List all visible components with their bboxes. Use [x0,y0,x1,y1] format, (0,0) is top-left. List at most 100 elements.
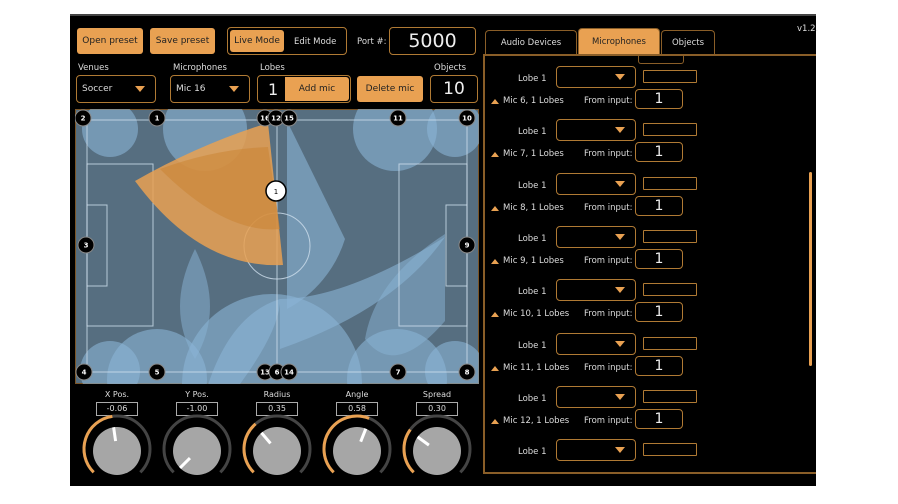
save-preset-button[interactable]: Save preset [150,28,215,54]
venue-value: Soccer [82,84,113,94]
chevron-down-icon [615,287,625,294]
scrollbar-thumb[interactable] [809,172,812,366]
version-label: v1.2. [797,24,819,34]
from-input-label: From input: [584,202,633,213]
mic-title: Mic 8, 1 Lobes [503,202,564,213]
lobe-label: Lobe 1 [518,393,547,404]
collapse-icon[interactable] [491,152,499,158]
lobe-dropdown[interactable] [556,332,636,355]
lobe-dropdown[interactable] [556,385,636,408]
venues-dropdown[interactable]: Soccer [76,75,156,103]
knob-label: Y Pos. [185,390,209,399]
lobe-level-field[interactable] [643,229,697,243]
from-input-field[interactable]: 1 [635,195,683,216]
knob-label: Spread [422,390,452,399]
from-input-field[interactable]: 1 [635,142,683,163]
lobe-level-field[interactable] [643,389,697,403]
mic-title: Mic 9, 1 Lobes [503,255,564,266]
collapse-icon[interactable] [491,258,499,264]
chevron-down-icon [615,74,625,80]
mic-marker-label: 6 [275,369,280,377]
knob[interactable] [241,413,313,485]
mic-marker-label: 11 [393,115,403,123]
lobe-level-field[interactable] [643,283,697,297]
lobe-label: Lobe 1 [518,74,547,84]
knob-label: X Pos. [104,390,130,399]
mic-marker-label: 12 [271,115,281,123]
collapse-icon[interactable] [491,418,499,424]
microphones-dropdown[interactable]: Mic 16 [170,75,250,103]
knob[interactable] [401,413,473,485]
lobes-label: Lobes [260,63,285,73]
mic-marker-label: 15 [284,115,294,123]
collapse-icon[interactable] [491,99,499,104]
from-input-field[interactable]: 1 [635,89,683,109]
lobe-label: Lobe 1 [518,127,547,138]
collapse-icon[interactable] [491,312,499,318]
from-input-field[interactable]: 1 [635,302,683,323]
lobe-label: Lobe 1 [518,447,547,458]
from-input-field[interactable]: 1 [635,355,683,376]
chevron-down-icon [615,127,625,134]
lobe-level-field[interactable] [643,123,697,137]
live-mode-button[interactable]: Live Mode [230,30,284,52]
collapse-icon[interactable] [491,365,499,371]
port-label: Port #: [357,37,387,47]
open-preset-button[interactable]: Open preset [77,28,143,54]
mic-marker-label: 4 [82,369,87,377]
lobe-label: Lobe 1 [518,180,547,191]
from-input-label: From input: [584,415,633,426]
lobe-level-field[interactable] [643,443,697,457]
lobe-dropdown[interactable] [556,225,636,248]
port-input[interactable]: 5000 [389,27,476,55]
from-input-field[interactable]: 1 [635,408,683,429]
delete-mic-button[interactable]: Delete mic [357,76,423,102]
venues-label: Venues [78,63,109,73]
from-input-field[interactable]: 1 [635,248,683,269]
venue-field[interactable]: 2 1 16 12 15 11 103 94 5 13 6 14 7 8 1 [75,109,479,384]
add-mic-button[interactable]: Add mic [285,77,349,101]
edit-mode-button[interactable]: Edit Mode [294,37,336,47]
mic-marker-label: 3 [84,242,89,250]
lobe-dropdown[interactable] [556,119,636,142]
from-input-label: From input: [584,149,633,160]
lobe-level-field[interactable] [643,336,697,350]
lobe-label: Lobe 1 [518,340,547,351]
chevron-down-icon [615,393,625,400]
lobe-dropdown[interactable] [556,66,636,88]
lobe-dropdown[interactable] [556,172,636,195]
knob-level-arc [402,428,415,474]
from-input-label: From input: [584,255,633,266]
knob[interactable] [81,413,153,485]
knob[interactable] [321,413,393,485]
knob[interactable] [161,413,233,485]
mic-marker-label: 5 [155,369,160,377]
lobe-label: Lobe 1 [518,287,547,298]
panel-left-border [483,54,485,474]
chevron-down-icon [615,447,625,454]
mic-marker-label: 1 [155,115,160,123]
objects-input[interactable]: 10 [430,75,478,103]
tab-audio-devices[interactable]: Audio Devices [485,30,577,54]
tab-objects[interactable]: Objects [661,30,715,54]
mic-title: Mic 10, 1 Lobes [503,309,570,320]
microphones-label: Microphones [173,63,227,73]
mic-marker-label: 8 [465,369,470,377]
lobe-dropdown[interactable] [556,279,636,302]
mic-title: Mic 6, 1 Lobes [503,96,564,106]
mic-marker-label: 14 [284,369,294,377]
lobe-level-field[interactable] [643,70,697,83]
lobe-level-field[interactable] [643,176,697,190]
tab-microphones[interactable]: Microphones [578,28,660,54]
from-input-label: From input: [584,309,633,320]
lobe-dropdown[interactable] [556,439,636,462]
from-input-label: From input: [584,362,633,373]
selected-mic-label: 1 [274,188,278,196]
collapse-icon[interactable] [491,205,499,211]
mic-marker-label: 2 [81,115,86,123]
mic-marker-label: 7 [396,369,401,377]
chevron-down-icon [135,86,145,92]
panel-bottom-border [483,472,816,474]
mic-title: Mic 11, 1 Lobes [503,362,570,373]
partial-input [638,56,684,64]
